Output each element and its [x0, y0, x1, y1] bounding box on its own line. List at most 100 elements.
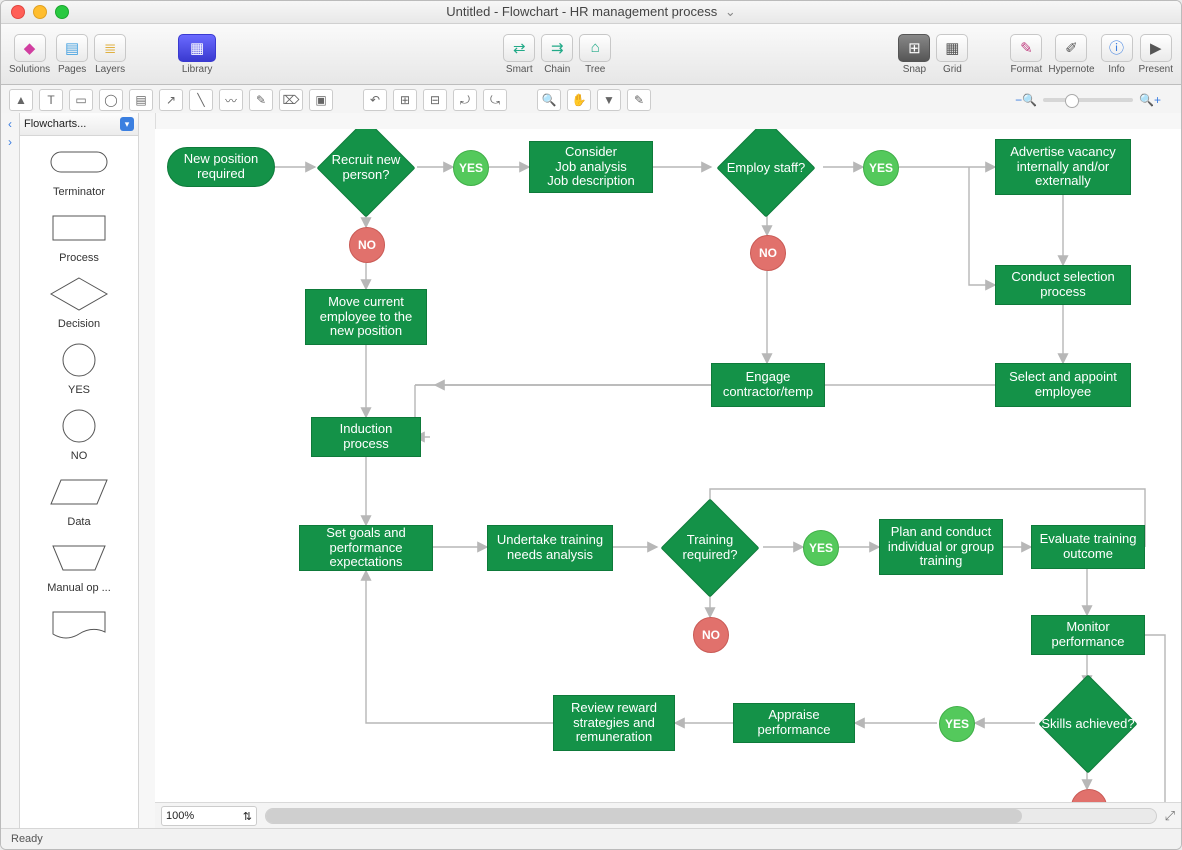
node-skills-achieved[interactable]: Skills achieved? [1053, 689, 1123, 759]
node-move-employee[interactable]: Move current employee to the new positio… [305, 289, 427, 345]
drawing-toolbar: ▲ T ▭ ◯ ▤ ↗ ╲ 〰 ✎ ⌦ ▣ ↶ ⊞ ⊟ ⤾ ⤿ 🔍 ✋ ▼ ✎ … [1, 85, 1181, 116]
pencil-tool[interactable]: ✎ [249, 89, 273, 111]
no-employ[interactable]: NO [750, 235, 786, 271]
zoom-in-icon[interactable]: 🔍+ [1139, 93, 1161, 107]
stamp2-tool[interactable]: ▼ [597, 89, 621, 111]
yes-employ[interactable]: YES [863, 150, 899, 186]
palette-process[interactable]: Process [47, 208, 111, 264]
palette-document[interactable] [47, 604, 111, 648]
node-employ-label: Employ staff? [727, 161, 806, 176]
grid-button[interactable]: ▦Grid [936, 34, 968, 75]
node-engage-contractor[interactable]: Engage contractor/temp [711, 363, 825, 407]
status-text: Ready [11, 833, 43, 845]
zoom-stepper-icon[interactable]: ⇅ [243, 810, 252, 823]
table-tool[interactable]: ▤ [129, 89, 153, 111]
no-recruit[interactable]: NO [349, 227, 385, 263]
image-tool[interactable]: ▣ [309, 89, 333, 111]
undo-button[interactable]: ↶ [363, 89, 387, 111]
rotate-button[interactable]: ⤾ [453, 89, 477, 111]
info-button[interactable]: ⓘInfo [1101, 34, 1133, 75]
ellipse-tool[interactable]: ◯ [99, 89, 123, 111]
flip-button[interactable]: ⤿ [483, 89, 507, 111]
chain-button[interactable]: ⇉Chain [541, 34, 573, 75]
solutions-button[interactable]: ◆Solutions [9, 34, 50, 75]
nav-fwd-icon[interactable]: › [8, 135, 12, 149]
node-evaluate-training[interactable]: Evaluate training outcome [1031, 525, 1145, 569]
nav-back-icon[interactable]: ‹ [8, 117, 12, 131]
canvas[interactable]: New position required Recruit new person… [155, 129, 1181, 803]
zoom-knob[interactable] [1065, 94, 1079, 108]
h-scrollbar[interactable] [265, 808, 1157, 824]
ruler-horizontal[interactable] [139, 113, 1181, 130]
node-plan-training[interactable]: Plan and conduct individual or group tra… [879, 519, 1003, 575]
yes-training[interactable]: YES [803, 530, 839, 566]
layers-button[interactable]: ≣Layers [94, 34, 126, 75]
node-move-label: Move current employee to the new positio… [310, 295, 422, 340]
zoom-track[interactable] [1043, 98, 1133, 102]
stamp-tool[interactable]: ⌦ [279, 89, 303, 111]
node-review-reward[interactable]: Review reward strategies and remuneratio… [553, 695, 675, 751]
rect-tool[interactable]: ▭ [69, 89, 93, 111]
node-recruit-label: Recruit new person? [317, 153, 415, 183]
snap-button[interactable]: ⊞Snap [898, 34, 930, 75]
node-set-goals[interactable]: Set goals and performance expectations [299, 525, 433, 571]
node-appraise[interactable]: Appraise performance [733, 703, 855, 743]
library-dropdown-icon[interactable]: ▾ [120, 117, 134, 131]
pan-tool[interactable]: ✋ [567, 89, 591, 111]
zoom-slider[interactable]: −🔍 🔍+ [1015, 93, 1161, 107]
line-tool[interactable]: ╲ [189, 89, 213, 111]
pages-button[interactable]: ▤Pages [56, 34, 88, 75]
node-advertise-label: Advertise vacancy internally and/or exte… [1000, 145, 1126, 190]
node-conduct-selection[interactable]: Conduct selection process [995, 265, 1131, 305]
node-advertise[interactable]: Advertise vacancy internally and/or exte… [995, 139, 1131, 195]
palette-terminator[interactable]: Terminator [47, 142, 111, 198]
node-monitor-performance[interactable]: Monitor performance [1031, 615, 1145, 655]
node-consider[interactable]: Consider Job analysis Job description [529, 141, 653, 193]
curve-tool[interactable]: 〰 [219, 89, 243, 111]
library-selector[interactable]: Flowcharts... ▾ [20, 113, 138, 136]
tree-button[interactable]: ⌂Tree [579, 34, 611, 75]
library-button[interactable]: ▦Library [178, 34, 216, 75]
zoom-tool[interactable]: 🔍 [537, 89, 561, 111]
hypernote-label: Hypernote [1048, 64, 1094, 75]
smart-label: Smart [506, 64, 533, 75]
present-button[interactable]: ▶Present [1139, 34, 1173, 75]
group-button[interactable]: ⊞ [393, 89, 417, 111]
palette-yes[interactable]: YES [47, 340, 111, 396]
format-button[interactable]: ✎Format [1010, 34, 1042, 75]
arrow-tool[interactable]: ↗ [159, 89, 183, 111]
palette-data[interactable]: Data [47, 472, 111, 528]
nav-arrows-column: ‹ › [1, 113, 20, 829]
node-induction-label: Induction process [316, 422, 416, 452]
zoom-out-icon[interactable]: −🔍 [1015, 93, 1037, 107]
fit-icon[interactable]: ⤢ [1165, 808, 1175, 824]
no-skills[interactable]: NO [1071, 789, 1107, 803]
palette-no[interactable]: NO [47, 406, 111, 462]
palette-manual-label: Manual op ... [47, 582, 111, 594]
zoom-select[interactable]: 100% ⇅ [161, 806, 257, 826]
node-training-analysis[interactable]: Undertake training needs analysis [487, 525, 613, 571]
ungroup-button[interactable]: ⊟ [423, 89, 447, 111]
eyedropper-tool[interactable]: ✎ [627, 89, 651, 111]
node-training-required[interactable]: Training required? [675, 513, 745, 583]
palette-decision[interactable]: Decision [47, 274, 111, 330]
ruler-vertical[interactable] [139, 113, 156, 829]
smart-button[interactable]: ⇄Smart [503, 34, 535, 75]
node-recruit-decision[interactable]: Recruit new person? [331, 133, 401, 203]
text-tool[interactable]: T [39, 89, 63, 111]
canvas-wrapper: New position required Recruit new person… [139, 113, 1181, 829]
palette-manual-op[interactable]: Manual op ... [47, 538, 111, 594]
node-select-appoint[interactable]: Select and appoint employee [995, 363, 1131, 407]
hypernote-button[interactable]: ✐Hypernote [1048, 34, 1094, 75]
yes-recruit[interactable]: YES [453, 150, 489, 186]
node-employ-decision[interactable]: Employ staff? [731, 133, 801, 203]
yes-skills[interactable]: YES [939, 706, 975, 742]
library-label: Library [182, 64, 213, 75]
title-dropdown-icon[interactable]: ⌄ [725, 4, 736, 19]
h-scroll-thumb[interactable] [266, 809, 1022, 823]
zoom-value: 100% [166, 810, 194, 822]
node-induction[interactable]: Induction process [311, 417, 421, 457]
no-training[interactable]: NO [693, 617, 729, 653]
pointer-tool[interactable]: ▲ [9, 89, 33, 111]
node-new-position[interactable]: New position required [167, 147, 275, 187]
